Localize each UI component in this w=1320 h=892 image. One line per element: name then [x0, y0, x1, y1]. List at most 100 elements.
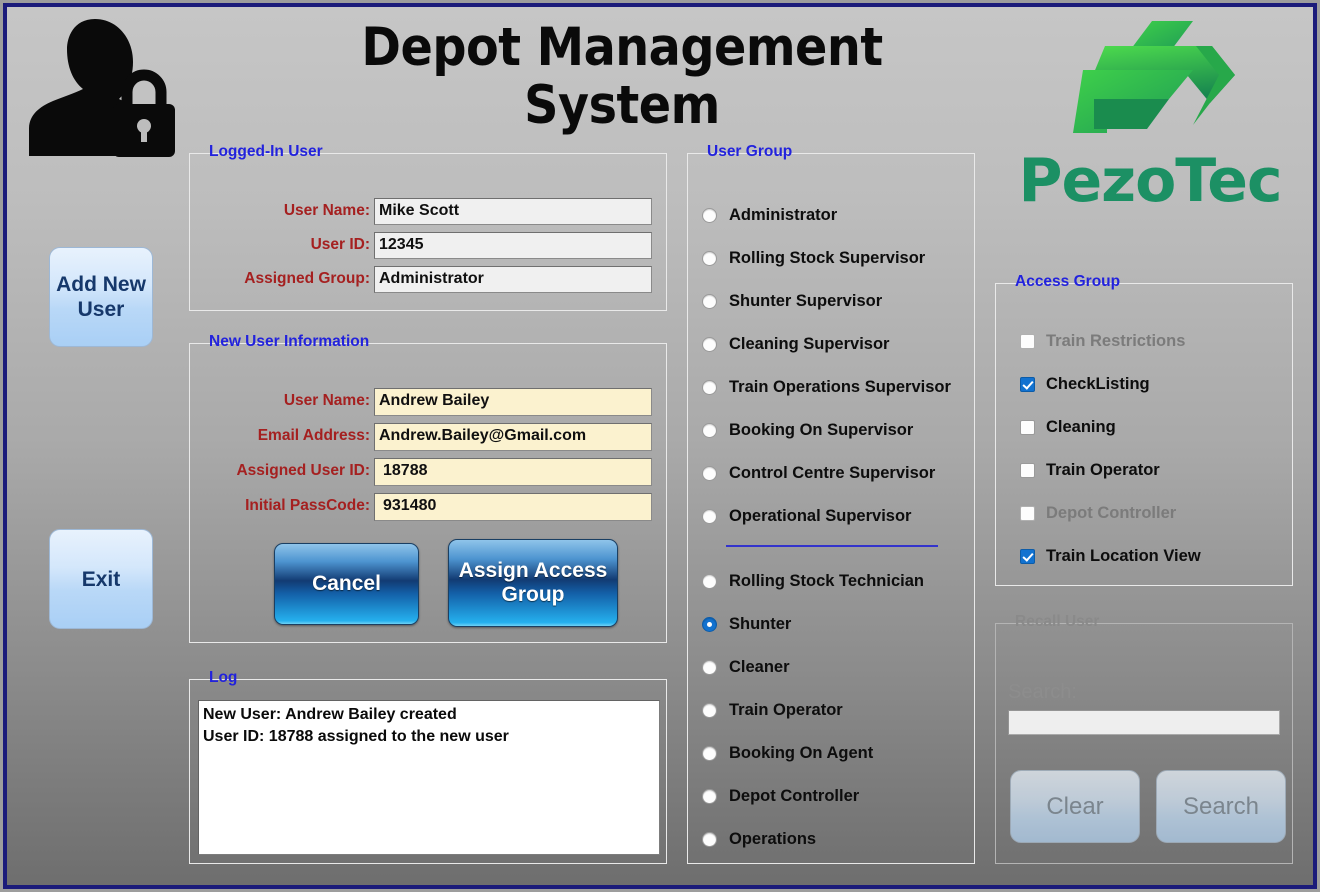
- radio-shunter[interactable]: Shunter: [702, 613, 791, 635]
- radio-indicator: [702, 508, 717, 524]
- add-new-user-label-line1: Add New: [56, 273, 146, 296]
- clear-label: Clear: [1046, 792, 1104, 820]
- assign-access-group-button[interactable]: Assign Access Group: [448, 539, 618, 627]
- radio-label: Rolling Stock Supervisor: [729, 248, 926, 267]
- radio-cleaner[interactable]: Cleaner: [702, 656, 790, 678]
- checkbox-cleaning[interactable]: Cleaning: [1020, 416, 1116, 438]
- radio-label: Train Operator: [729, 700, 843, 719]
- radio-booking-on-agent[interactable]: Booking On Agent: [702, 742, 873, 764]
- new-user-label-0: User Name:: [283, 392, 370, 409]
- radio-indicator: [702, 659, 717, 675]
- access-group-group: Access Group Train Restrictions CheckLis…: [995, 273, 1293, 586]
- radio-indicator: [702, 788, 717, 804]
- exit-button[interactable]: Exit: [49, 529, 153, 629]
- checkbox-label: Depot Controller: [1046, 503, 1177, 522]
- radio-label: Shunter Supervisor: [729, 291, 883, 310]
- page-title-line2: System: [524, 75, 720, 136]
- radio-train-operator[interactable]: Train Operator: [702, 699, 843, 721]
- new-user-email-input[interactable]: Andrew.Bailey@Gmail.com: [374, 423, 652, 451]
- radio-label: Control Centre Supervisor: [729, 463, 936, 482]
- radio-rolling-stock-supervisor[interactable]: Rolling Stock Supervisor: [702, 247, 925, 269]
- radio-train-operations-supervisor[interactable]: Train Operations Supervisor: [702, 376, 951, 398]
- radio-label: Cleaner: [729, 657, 790, 676]
- checkbox-train-location-view[interactable]: Train Location View: [1020, 545, 1201, 567]
- radio-cleaning-supervisor[interactable]: Cleaning Supervisor: [702, 333, 889, 355]
- new-user-information-group: New User Information User Name: Andrew B…: [189, 333, 667, 643]
- radio-indicator: [702, 745, 717, 761]
- checkbox-indicator-checked: [1020, 376, 1035, 392]
- search-input: [1008, 710, 1280, 735]
- liu-value-1[interactable]: 12345: [374, 232, 652, 259]
- pezotec-wordmark: PezoTec: [1018, 146, 1282, 216]
- assign-label-line2: Group: [501, 583, 565, 606]
- radio-control-centre-supervisor[interactable]: Control Centre Supervisor: [702, 462, 935, 484]
- user-group-separator: [726, 545, 938, 547]
- radio-indicator: [702, 573, 717, 589]
- checkbox-train-restrictions: Train Restrictions: [1020, 330, 1185, 352]
- radio-booking-on-supervisor[interactable]: Booking On Supervisor: [702, 419, 913, 441]
- pezotec-logo: PezoTec: [997, 13, 1303, 218]
- log-group: Log New User: Andrew Bailey created User…: [189, 669, 667, 864]
- radio-administrator[interactable]: Administrator: [702, 204, 837, 226]
- app-client-area: Depot Management System PezoTec Add New …: [7, 7, 1313, 885]
- radio-indicator-selected: [702, 616, 717, 632]
- assign-label-line1: Assign Access: [458, 559, 608, 582]
- radio-indicator: [702, 422, 717, 438]
- clear-button: Clear: [1010, 770, 1140, 843]
- checkbox-indicator: [1020, 419, 1035, 435]
- liu-label-0: User Name:: [283, 202, 370, 219]
- assigned-user-id-input[interactable]: 18788: [374, 458, 652, 486]
- user-lock-icon: [15, 11, 175, 166]
- checkbox-indicator: [1020, 333, 1035, 349]
- radio-label: Shunter: [729, 614, 792, 633]
- radio-indicator: [702, 293, 717, 309]
- radio-label: Rolling Stock Technician: [729, 571, 924, 590]
- liu-label-2: Assigned Group:: [244, 270, 370, 287]
- checkbox-indicator: [1020, 462, 1035, 478]
- log-legend: Log: [204, 669, 243, 687]
- radio-indicator: [702, 831, 717, 847]
- cancel-button[interactable]: Cancel: [274, 543, 419, 625]
- radio-indicator: [702, 702, 717, 718]
- logged-in-user-group: Logged-In User User Name: Mike Scott Use…: [189, 143, 667, 311]
- page-title-line1: Depot Management: [361, 17, 883, 78]
- radio-label: Booking On Agent: [729, 743, 874, 762]
- access-group-legend: Access Group: [1010, 273, 1126, 291]
- radio-shunter-supervisor[interactable]: Shunter Supervisor: [702, 290, 882, 312]
- checkbox-label: CheckListing: [1046, 374, 1150, 393]
- radio-indicator: [702, 250, 717, 266]
- add-new-user-label-line2: User: [77, 298, 125, 321]
- checkbox-depot-controller: Depot Controller: [1020, 502, 1176, 524]
- initial-passcode-input[interactable]: 931480: [374, 493, 652, 521]
- liu-label-1: User ID:: [310, 236, 370, 253]
- checkbox-checklisting[interactable]: CheckListing: [1020, 373, 1150, 395]
- new-user-legend: New User Information: [204, 333, 375, 351]
- radio-label: Booking On Supervisor: [729, 420, 914, 439]
- radio-label: Administrator: [729, 205, 838, 224]
- cancel-label: Cancel: [312, 572, 381, 595]
- log-line-1: User ID: 18788 assigned to the new user: [203, 728, 509, 745]
- radio-operations[interactable]: Operations: [702, 828, 816, 850]
- radio-indicator: [702, 379, 717, 395]
- new-user-name-input[interactable]: Andrew Bailey: [374, 388, 652, 416]
- checkbox-indicator: [1020, 505, 1035, 521]
- new-user-label-2: Assigned User ID:: [236, 462, 370, 479]
- app-window: Depot Management System PezoTec Add New …: [0, 0, 1320, 892]
- liu-value-0[interactable]: Mike Scott: [374, 198, 652, 225]
- add-new-user-button[interactable]: Add New User: [49, 247, 153, 347]
- search-label: Search:: [1008, 681, 1077, 703]
- liu-value-2[interactable]: Administrator: [374, 266, 652, 293]
- radio-operational-supervisor[interactable]: Operational Supervisor: [702, 505, 911, 527]
- checkbox-indicator-checked: [1020, 548, 1035, 564]
- checkbox-label: Train Restrictions: [1046, 331, 1186, 350]
- log-output[interactable]: New User: Andrew Bailey created User ID:…: [198, 700, 660, 855]
- recall-user-group: Recall User Search: Clear Search: [995, 613, 1293, 864]
- radio-depot-controller[interactable]: Depot Controller: [702, 785, 859, 807]
- radio-label: Train Operations Supervisor: [729, 377, 951, 396]
- radio-label: Cleaning Supervisor: [729, 334, 890, 353]
- search-button: Search: [1156, 770, 1286, 843]
- checkbox-train-operator[interactable]: Train Operator: [1020, 459, 1160, 481]
- radio-rolling-stock-technician[interactable]: Rolling Stock Technician: [702, 570, 924, 592]
- checkbox-label: Train Operator: [1046, 460, 1160, 479]
- radio-indicator: [702, 465, 717, 481]
